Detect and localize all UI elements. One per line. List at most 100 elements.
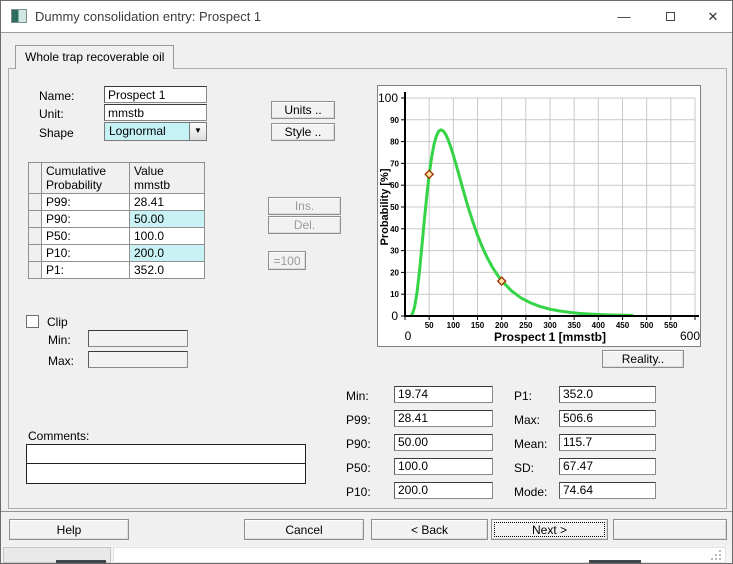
row-selector[interactable] [29,194,42,211]
stat-min-value: 19.74 [394,386,493,403]
units-button[interactable]: Units .. [271,101,335,119]
svg-text:100: 100 [378,91,398,105]
stat-p10-label: P10: [346,485,371,499]
chart-canvas: 0501001502002503003504004505005506000102… [378,86,700,346]
svg-text:50: 50 [425,321,434,330]
svg-text:90: 90 [390,116,399,125]
table-header-row: CumulativeProbability Valuemmstb [29,163,205,194]
close-button[interactable]: ✕ [693,1,733,32]
stat-min-label: Min: [346,389,369,403]
stat-p99-label: P99: [346,413,371,427]
reality-button[interactable]: Reality.. [602,350,684,368]
svg-text:400: 400 [592,321,606,330]
title-bar[interactable]: Dummy consolidation entry: Prospect 1 — … [1,1,732,33]
percentile-label-cell: P50: [42,228,130,245]
stat-sd-label: SD: [514,461,534,475]
app-icon [11,9,27,23]
col-header-value: Valuemmstb [130,163,205,194]
stat-max-label: Max: [514,413,540,427]
style-button[interactable]: Style .. [271,123,335,141]
row-selector[interactable] [29,245,42,262]
unit-input[interactable] [104,104,207,121]
svg-text:450: 450 [616,321,630,330]
svg-text:300: 300 [543,321,557,330]
dialog-window: Dummy consolidation entry: Prospect 1 — … [0,0,733,564]
percentile-value-cell[interactable]: 352.0 [130,262,205,279]
back-button[interactable]: < Back [371,519,488,540]
svg-text:0: 0 [405,329,412,343]
maximize-icon [666,12,675,21]
svg-text:150: 150 [471,321,485,330]
desktop-artifact [589,560,641,563]
stat-p90-value: 50.00 [394,434,493,451]
unit-label: Unit: [39,107,64,121]
stat-mean-label: Mean: [514,437,547,451]
svg-text:30: 30 [390,247,399,256]
clip-max-input[interactable] [88,351,188,368]
svg-text:Prospect 1 [mmstb]: Prospect 1 [mmstb] [494,330,606,344]
insert-row-button[interactable]: Ins. [268,197,341,215]
row-selector[interactable] [29,262,42,279]
svg-text:20: 20 [390,268,399,277]
row-selector[interactable] [29,228,42,245]
minimize-icon: — [618,9,631,24]
delete-row-button[interactable]: Del. [268,216,341,234]
tab-whole-trap-recoverable-oil[interactable]: Whole trap recoverable oil [15,45,174,69]
svg-text:500: 500 [640,321,654,330]
bottom-button-strip: Help Cancel < Back Next > [1,511,732,546]
comments-input-line1[interactable] [27,445,305,464]
resize-grip-icon[interactable] [711,548,723,560]
svg-text:350: 350 [567,321,581,330]
comments-box [26,444,306,484]
percentile-value-cell[interactable]: 50.00 [130,211,205,228]
tab-label: Whole trap recoverable oil [25,50,164,64]
stat-max-value: 506.6 [559,410,656,427]
svg-text:100: 100 [447,321,461,330]
comments-input-line2[interactable] [27,464,305,482]
table-row: P50: 100.0 [29,228,205,245]
stat-p1-value: 352.0 [559,386,656,403]
percentile-value-cell[interactable]: 200.0 [130,245,205,262]
maximize-button[interactable] [647,1,693,32]
percentile-table: CumulativeProbability Valuemmstb P99: 28… [28,162,205,279]
clip-max-label: Max: [48,354,74,368]
percentile-value-cell[interactable]: 100.0 [130,228,205,245]
percentile-label-cell: P99: [42,194,130,211]
help-button[interactable]: Help [9,519,129,540]
svg-text:550: 550 [664,321,678,330]
minimize-button[interactable]: — [601,1,647,32]
window-title: Dummy consolidation entry: Prospect 1 [35,1,261,33]
comments-label: Comments: [28,429,89,443]
equals-100-button[interactable]: =100 [268,251,306,270]
table-row: P99: 28.41 [29,194,205,211]
stat-p99-value: 28.41 [394,410,493,427]
clip-label: Clip [47,315,68,329]
name-input[interactable] [104,86,207,103]
name-label: Name: [39,89,74,103]
table-row: P10: 200.0 [29,245,205,262]
row-selector[interactable] [29,211,42,228]
stat-p1-label: P1: [514,389,532,403]
clip-min-label: Min: [48,333,71,347]
next-button[interactable]: Next > [491,519,608,540]
svg-text:80: 80 [390,138,399,147]
clip-min-input[interactable] [88,330,188,347]
stat-mean-value: 115.7 [559,434,656,451]
col-header-cumulative-probability: CumulativeProbability [42,163,130,194]
svg-text:0: 0 [391,309,398,323]
svg-text:70: 70 [390,159,399,168]
svg-text:40: 40 [390,225,399,234]
percentile-value-cell[interactable]: 28.41 [130,194,205,211]
cancel-button[interactable]: Cancel [244,519,364,540]
stat-sd-value: 67.47 [559,458,656,475]
svg-text:Probability [%]: Probability [%] [379,168,391,245]
stat-p50-value: 100.0 [394,458,493,475]
table-row: P1: 352.0 [29,262,205,279]
clip-checkbox[interactable] [26,315,39,328]
shape-dropdown[interactable]: Lognormal ▼ [104,122,207,141]
blank-button[interactable] [613,519,727,540]
stat-p90-label: P90: [346,437,371,451]
table-corner-cell [29,163,42,194]
chevron-down-icon[interactable]: ▼ [189,123,206,140]
percentile-label-cell: P90: [42,211,130,228]
